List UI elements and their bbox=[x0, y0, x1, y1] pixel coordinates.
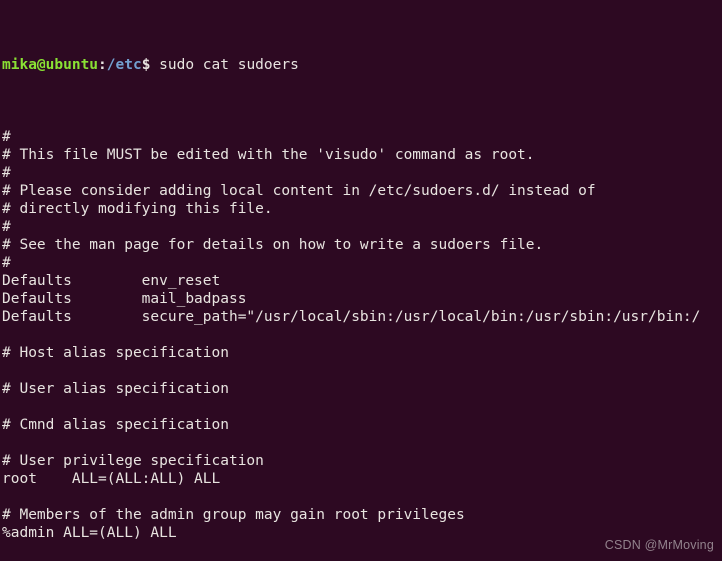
output-line: # Please consider adding local content i… bbox=[2, 183, 596, 199]
output-line: # directly modifying this file. bbox=[2, 201, 273, 217]
output-line: # Members of the admin group may gain ro… bbox=[2, 507, 465, 523]
prompt-path: /etc bbox=[106, 57, 142, 73]
prompt-line: mika@ubuntu:/etc$ sudo cat sudoers bbox=[2, 56, 722, 74]
prompt-separator: : bbox=[98, 57, 107, 73]
terminal-window[interactable]: mika@ubuntu:/etc$ sudo cat sudoers # # Th… bbox=[0, 0, 722, 561]
watermark-label: CSDN @MrMoving bbox=[604, 538, 714, 552]
output-line: # This file MUST be edited with the 'vis… bbox=[2, 147, 535, 163]
output-line: # bbox=[2, 219, 11, 235]
output-line: Defaults secure_path="/usr/local/sbin:/u… bbox=[2, 309, 701, 325]
output-line: Defaults mail_badpass bbox=[2, 291, 247, 307]
prompt-user-host: mika@ubuntu bbox=[2, 57, 99, 73]
terminal-output: # # This file MUST be edited with the 'vi… bbox=[2, 128, 722, 561]
output-line: # See the man page for details on how to… bbox=[2, 237, 544, 253]
prompt-command: sudo cat sudoers bbox=[150, 57, 299, 73]
output-line: Defaults env_reset bbox=[2, 273, 221, 289]
output-line: # bbox=[2, 129, 11, 145]
output-line: # User alias specification bbox=[2, 381, 229, 397]
output-line: # Host alias specification bbox=[2, 345, 229, 361]
output-line: # Cmnd alias specification bbox=[2, 417, 229, 433]
output-line: root ALL=(ALL:ALL) ALL bbox=[2, 471, 221, 487]
output-line: # bbox=[2, 255, 11, 271]
output-line: # User privilege specification bbox=[2, 453, 264, 469]
output-line: # bbox=[2, 165, 11, 181]
